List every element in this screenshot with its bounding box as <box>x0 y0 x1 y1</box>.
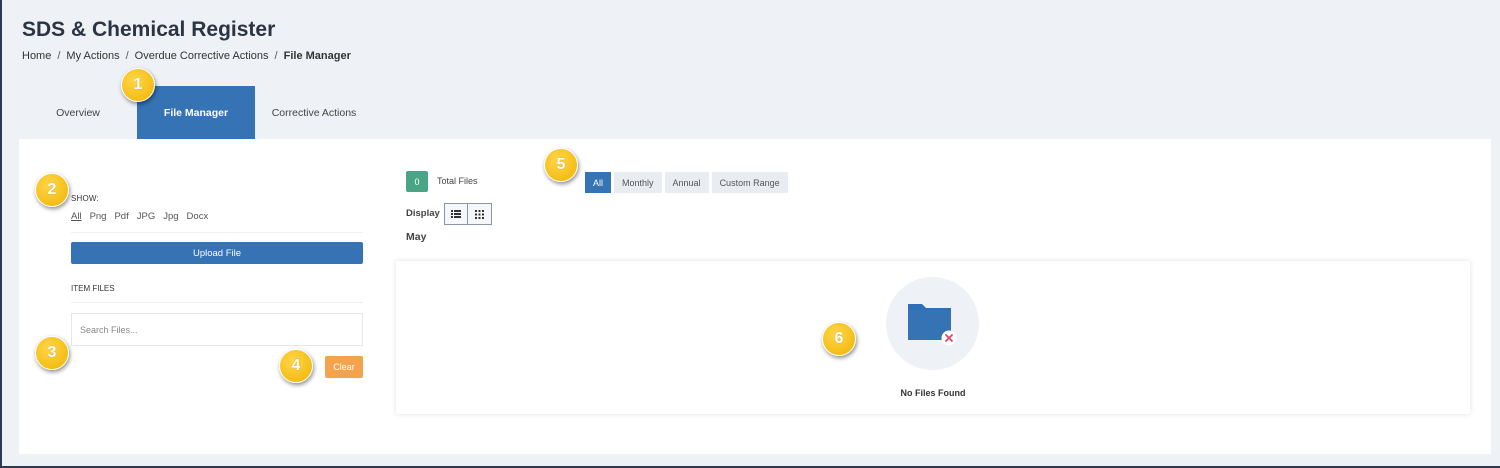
grid-view-button[interactable] <box>468 203 492 225</box>
search-files-input[interactable] <box>71 313 363 346</box>
breadcrumb-file-manager: File Manager <box>283 50 351 62</box>
breadcrumb-overdue-corrective-actions[interactable]: Overdue Corrective Actions <box>135 50 269 62</box>
total-files-label: Total Files <box>437 176 478 186</box>
callout-2: 2 <box>35 173 69 207</box>
breadcrumb-separator: / <box>274 50 278 62</box>
filter-png[interactable]: Png <box>90 211 107 222</box>
breadcrumb-separator: / <box>125 50 129 62</box>
filter-docx[interactable]: Docx <box>187 211 209 222</box>
item-files-heading: ITEM FILES <box>71 284 115 293</box>
list-view-button[interactable] <box>444 203 468 225</box>
range-tab-all[interactable]: All <box>585 172 612 193</box>
list-view-icon <box>451 210 461 218</box>
total-files-count-badge: 0 <box>406 171 428 192</box>
breadcrumb-home[interactable]: Home <box>22 50 51 62</box>
filter-jpg-upper[interactable]: JPG <box>137 211 155 222</box>
no-files-found-text: No Files Found <box>900 388 966 398</box>
callout-1: 1 <box>121 68 155 102</box>
breadcrumb-separator: / <box>57 50 61 62</box>
view-toggle <box>444 203 492 225</box>
empty-state-circle <box>886 277 979 370</box>
divider <box>71 302 363 303</box>
breadcrumb-my-actions[interactable]: My Actions <box>66 50 119 62</box>
tab-overview[interactable]: Overview <box>19 86 137 139</box>
display-label: Display <box>406 208 440 219</box>
range-tab-custom-range[interactable]: Custom Range <box>711 172 788 193</box>
range-tab-annual[interactable]: Annual <box>664 172 709 193</box>
callout-3: 3 <box>35 336 69 370</box>
upload-file-button[interactable]: Upload File <box>71 242 363 264</box>
callout-6: 6 <box>822 322 856 356</box>
filter-jpg-lower[interactable]: Jpg <box>163 211 178 222</box>
range-tab-monthly[interactable]: Monthly <box>614 172 662 193</box>
page-title: SDS & Chemical Register <box>22 18 276 41</box>
tab-corrective-actions[interactable]: Corrective Actions <box>255 86 373 139</box>
breadcrumb: Home / My Actions / Overdue Corrective A… <box>22 50 351 62</box>
clear-button[interactable]: Clear <box>325 356 363 378</box>
divider <box>71 232 363 233</box>
tab-file-manager[interactable]: File Manager <box>137 86 255 139</box>
file-type-filters: All Png Pdf JPG Jpg Docx <box>71 211 208 222</box>
date-range-tabs: All Monthly Annual Custom Range <box>585 172 788 193</box>
callout-4: 4 <box>279 349 313 383</box>
callout-5: 5 <box>544 148 578 182</box>
tab-bar: Overview File Manager Corrective Actions <box>19 86 373 139</box>
grid-view-icon <box>475 209 484 219</box>
month-label: May <box>406 231 427 243</box>
filter-all[interactable]: All <box>71 211 82 222</box>
folder-empty-icon <box>908 304 957 346</box>
show-label: SHOW: <box>71 194 99 203</box>
filter-pdf[interactable]: Pdf <box>114 211 128 222</box>
